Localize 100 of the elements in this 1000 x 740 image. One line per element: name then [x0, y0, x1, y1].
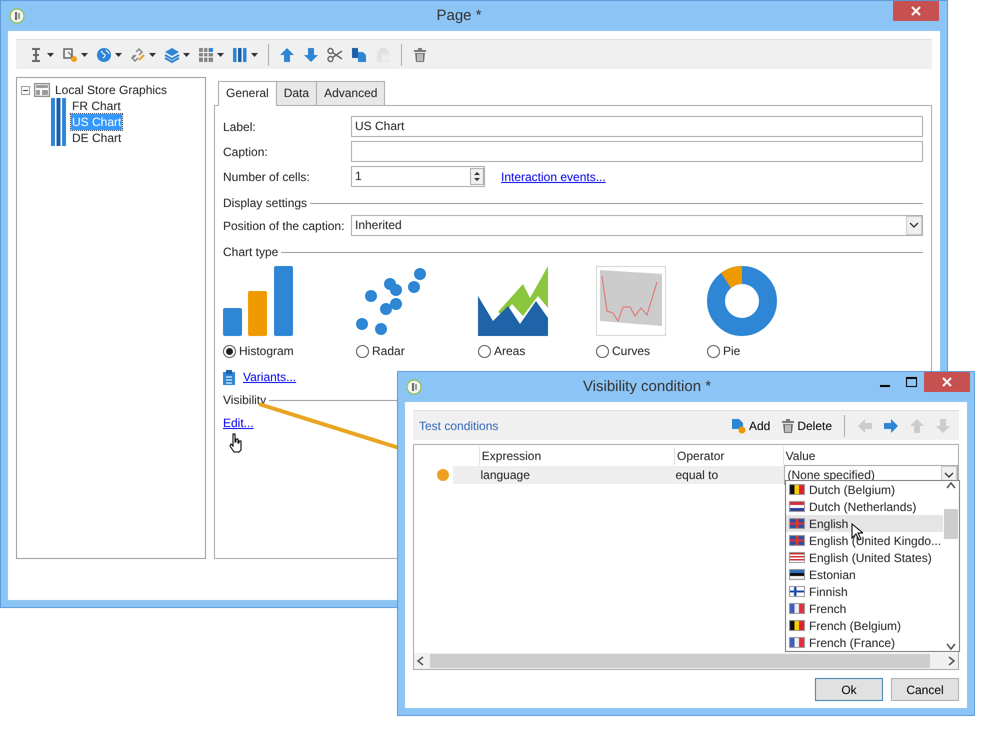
vertical-scrollbar[interactable] — [943, 481, 959, 651]
clipboard-icon — [223, 370, 235, 384]
section-heading: Visibility — [223, 392, 266, 409]
combo-value: (None specified) — [787, 467, 876, 484]
flag-icon — [789, 535, 805, 546]
scroll-down-icon — [946, 643, 956, 651]
donut-chart-drawing — [707, 266, 777, 336]
dropdown-option[interactable]: Estonian — [786, 566, 943, 583]
caret-icon — [115, 52, 122, 56]
dropdown-value: Inherited — [355, 217, 403, 234]
spin-arrows-icon — [470, 168, 484, 185]
radio-option[interactable]: Histogram — [223, 342, 356, 360]
column-header[interactable]: Expression — [478, 446, 674, 464]
app-icon — [9, 8, 25, 24]
dropdown-option[interactable]: French (France) — [786, 634, 943, 651]
scissors-icon — [327, 46, 343, 62]
histogram-drawing — [223, 266, 293, 336]
dropdown-option[interactable]: English (United Kingdo... — [786, 532, 943, 549]
radio-option[interactable]: Curves — [596, 342, 707, 360]
columns-icon — [51, 114, 67, 130]
dropdown-option[interactable]: English (United States) — [786, 549, 943, 566]
dropdown-option[interactable]: Dutch (Netherlands) — [786, 498, 943, 515]
table-cell-text: language — [480, 467, 531, 484]
field-label: Caption: — [223, 144, 269, 160]
radio-option[interactable]: Areas — [478, 342, 596, 360]
tree-item[interactable]: FR Chart — [71, 98, 122, 114]
scrollbar-thumb[interactable] — [430, 654, 930, 668]
close-button[interactable] — [924, 372, 970, 392]
radio-option[interactable]: Radar — [356, 342, 478, 360]
close-icon — [942, 377, 952, 387]
flag-icon — [789, 501, 805, 512]
variants-link[interactable]: Variants... — [243, 368, 296, 386]
scrollbar-thumb[interactable] — [944, 509, 958, 539]
trash-icon — [780, 418, 794, 434]
column-header[interactable]: Operator — [674, 446, 783, 464]
dropdown-option[interactable]: English — [786, 515, 943, 532]
tab[interactable]: Advanced — [316, 81, 386, 105]
dropdown-option[interactable]: French — [786, 600, 943, 617]
app-icon — [406, 379, 422, 395]
scroll-up-icon — [946, 481, 956, 489]
section-heading: Chart type — [223, 244, 278, 261]
close-button[interactable] — [893, 1, 939, 21]
section-heading: Display settings — [223, 195, 308, 212]
tab[interactable]: General — [218, 81, 277, 106]
grid-icon — [198, 46, 214, 62]
flag-icon — [789, 552, 805, 563]
flag-icon — [789, 620, 805, 631]
text-field[interactable] — [351, 141, 923, 162]
cancel-button[interactable]: Cancel — [891, 678, 959, 701]
dropdown-option[interactable]: Finnish — [786, 583, 943, 600]
copy-icon — [351, 46, 367, 62]
delete-button[interactable]: Delete — [778, 414, 834, 436]
horizontal-scrollbar[interactable] — [414, 653, 958, 669]
section-title: Test conditions — [419, 418, 498, 434]
arrow-right-icon — [883, 418, 899, 434]
ok-button[interactable]: Ok — [815, 678, 883, 701]
link-icon — [130, 46, 146, 62]
field-label: Number of cells: — [223, 168, 311, 186]
pointer-gear-icon — [62, 46, 78, 62]
tree-item[interactable]: DE Chart — [71, 130, 122, 146]
arrow-down-icon — [935, 418, 951, 434]
layers-icon — [164, 46, 180, 62]
field-label: Label: — [223, 118, 257, 136]
caret-icon — [149, 52, 156, 56]
flag-icon — [789, 603, 805, 614]
close-icon — [911, 6, 921, 16]
add-document-icon — [730, 418, 746, 434]
dropdown-option[interactable]: French (Belgium) — [786, 617, 943, 634]
minimize-icon — [880, 384, 890, 386]
scatter-dots-drawing — [356, 266, 426, 336]
trash-icon — [412, 46, 428, 62]
collapse-icon[interactable] — [21, 86, 30, 94]
columns-icon — [51, 130, 67, 146]
tree-item[interactable]: Local Store Graphics — [54, 82, 168, 98]
window-title: Page * — [435, 6, 483, 26]
number-spinner[interactable]: 1 — [351, 166, 485, 187]
table-cell-text: equal to — [675, 467, 720, 484]
table-layout-icon — [34, 83, 50, 97]
radio-option[interactable]: Pie — [707, 342, 787, 360]
hand-cursor-icon — [229, 433, 243, 453]
flag-icon — [789, 586, 805, 597]
tab[interactable]: Data — [276, 81, 318, 105]
globe-icon — [96, 46, 112, 62]
dropdown-field[interactable]: Inherited — [351, 215, 923, 236]
arrow-down-icon — [303, 46, 319, 62]
dialog-title: Visibility condition * — [582, 376, 712, 397]
arrow-up-icon — [279, 46, 295, 62]
arrow-up-icon — [909, 418, 925, 434]
flag-icon — [789, 518, 805, 529]
text-field[interactable]: US Chart — [351, 116, 923, 137]
columns-icon — [51, 98, 67, 114]
edit-link[interactable]: Edit... — [223, 416, 254, 430]
area-chart-drawing — [478, 266, 548, 336]
caret-icon — [217, 52, 224, 56]
maximize-icon — [906, 377, 916, 387]
arrow-left-icon — [857, 418, 873, 434]
flag-icon — [789, 637, 805, 648]
caret-icon — [81, 52, 88, 56]
add-button[interactable]: Add — [728, 414, 772, 436]
interaction-events-link[interactable]: Interaction events... — [501, 168, 606, 186]
